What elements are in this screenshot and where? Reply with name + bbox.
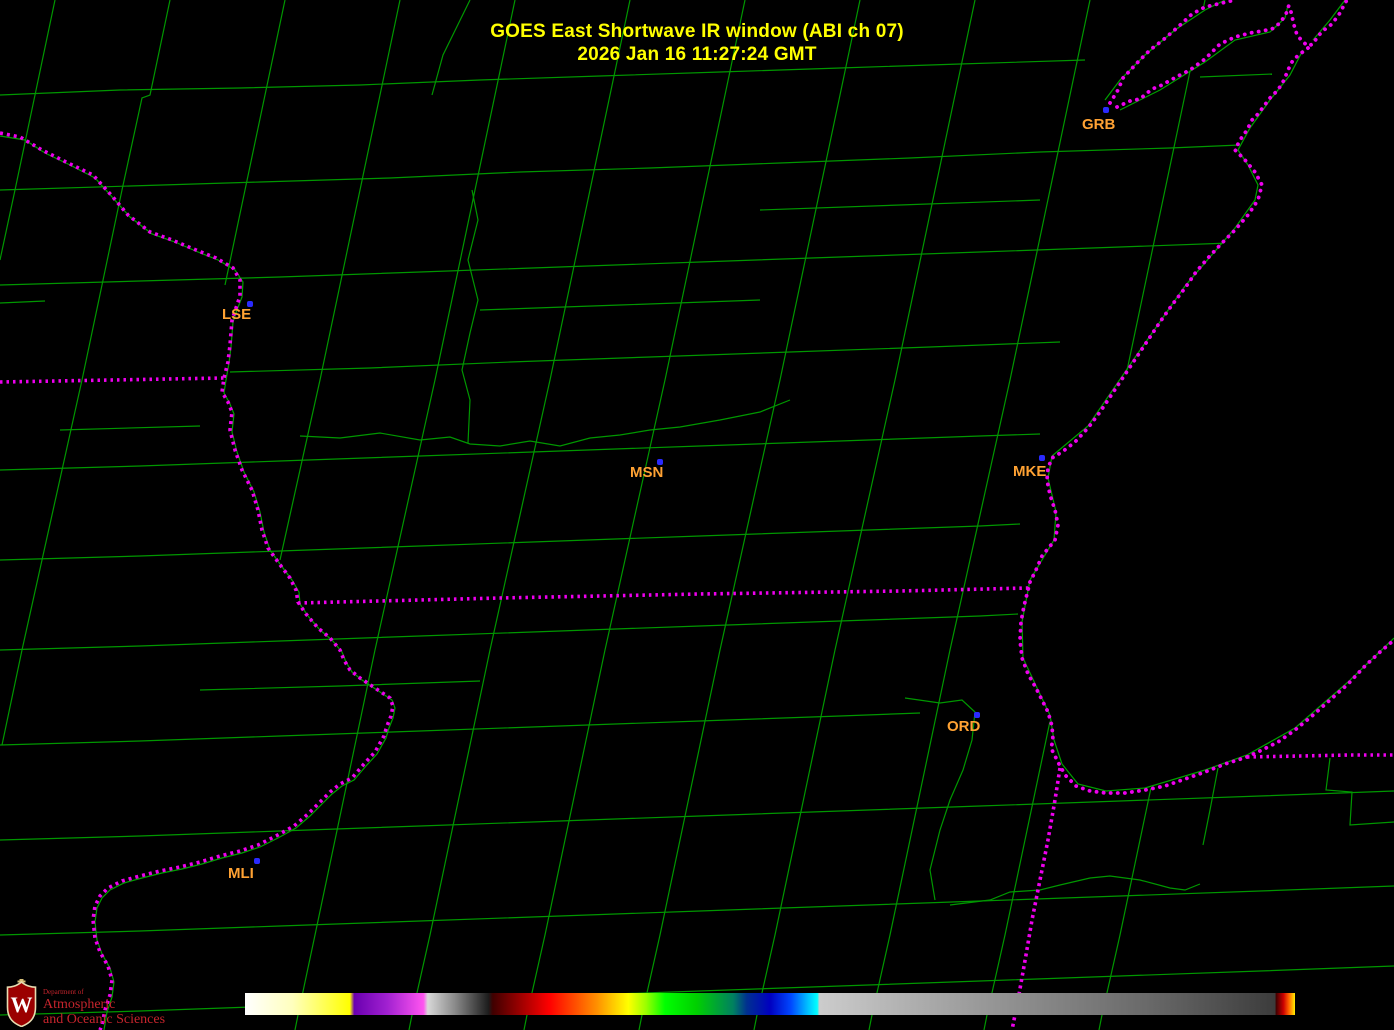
station-label-mli: MLI xyxy=(228,865,254,882)
station-dot-mke xyxy=(1039,455,1045,461)
lake-michigan-fill xyxy=(1021,0,1394,793)
station-dot-mli xyxy=(254,858,260,864)
station-label-mke: MKE xyxy=(1013,463,1046,480)
station-label-grb: GRB xyxy=(1082,116,1115,133)
branding-line2: and Oceanic Sciences xyxy=(43,1013,165,1027)
branding-text: Department of Atmospheric and Oceanic Sc… xyxy=(43,989,165,1027)
satellite-image-viewport: GOES East Shortwave IR window (ABI ch 07… xyxy=(0,0,1394,1030)
product-title-line1: GOES East Shortwave IR window (ABI ch 07… xyxy=(0,20,1394,43)
station-label-lse: LSE xyxy=(222,306,251,323)
wi-il-border xyxy=(298,588,1028,603)
branding: W Department of Atmospheric and Oceanic … xyxy=(6,979,165,1027)
product-title: GOES East Shortwave IR window (ABI ch 07… xyxy=(0,20,1394,66)
station-dot-grb xyxy=(1103,107,1109,113)
in-mi-border xyxy=(1247,755,1394,757)
station-label-msn: MSN xyxy=(630,464,663,481)
branding-dept: Department of xyxy=(43,989,165,996)
svg-text:W: W xyxy=(11,992,33,1017)
mississippi-river-border xyxy=(0,133,393,1030)
branding-line1: Atmospheric xyxy=(43,998,165,1012)
station-label-ord: ORD xyxy=(947,718,980,735)
temperature-colorbar xyxy=(245,993,1295,1015)
product-title-line2: 2026 Jan 16 11:27:24 GMT xyxy=(0,43,1394,66)
uw-crest-logo: W xyxy=(6,979,37,1027)
map-overlay xyxy=(0,0,1394,1030)
mn-ia-border xyxy=(0,378,224,382)
